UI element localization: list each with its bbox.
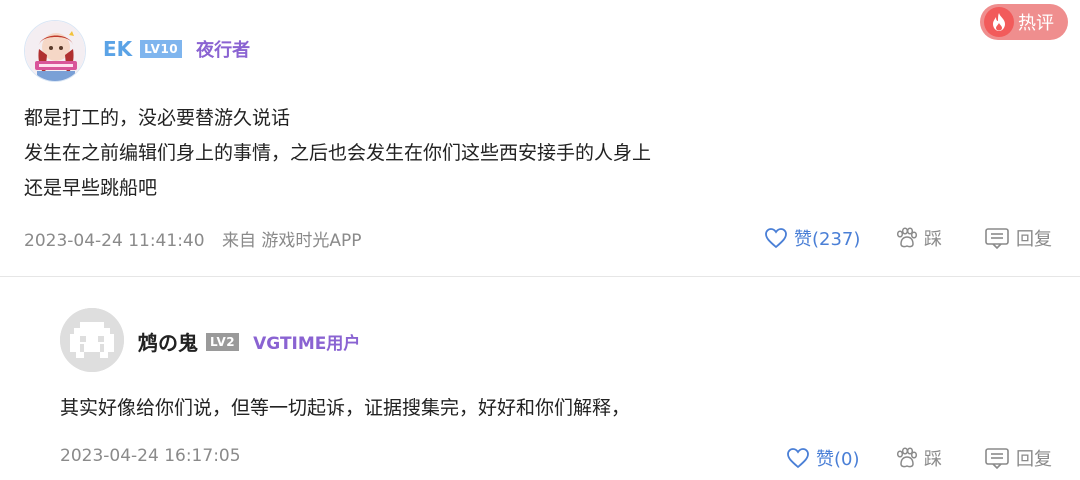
username[interactable]: EK (103, 37, 132, 61)
reply-dislike-button[interactable]: 踩 (894, 445, 942, 471)
user-tag: 夜行者 (196, 40, 251, 61)
reply-username[interactable]: 鸩の鬼 (138, 327, 198, 356)
comment-body: 都是打工的，没必要替游久说话 发生在之前编辑们身上的事情，之后也会发生在你们这些… (24, 101, 1024, 206)
avatar[interactable] (24, 20, 86, 82)
comment-author-row: EK LV10 夜行者 (103, 36, 250, 62)
level-badge: LV10 (140, 40, 183, 58)
comment-line: 还是早些跳船吧 (24, 177, 158, 199)
reply-line: 其实好像给你们说，但等一切起诉，证据搜集完，好好和你们解释， (60, 397, 631, 419)
comment-line: 发生在之前编辑们身上的事情，之后也会发生在你们这些西安接手的人身上 (24, 142, 652, 164)
reply-dislike-label: 踩 (924, 449, 942, 470)
reply-avatar[interactable] (60, 308, 124, 372)
reply-reply-label: 回复 (1016, 449, 1052, 470)
dislike-label: 踩 (924, 229, 942, 250)
reply-like-button[interactable]: 赞(0) (786, 445, 860, 471)
reply-user-tag: VGTIME用户 (253, 334, 361, 354)
divider (0, 276, 1080, 277)
heart-icon (765, 228, 787, 249)
reply-reply-button[interactable]: 回复 (984, 445, 1052, 471)
heart-icon (787, 448, 809, 469)
paw-icon (896, 447, 918, 468)
timestamp: 2023-04-24 11:41:40 (24, 231, 205, 251)
reply-icon (985, 228, 1009, 249)
dislike-button[interactable]: 踩 (894, 225, 942, 251)
reply-author-row: 鸩の鬼 LV2 VGTIME用户 (138, 327, 360, 356)
paw-icon (896, 227, 918, 248)
hot-badge-label: 热评 (1018, 13, 1054, 34)
flame-icon (984, 7, 1014, 37)
reply-label: 回复 (1016, 229, 1052, 250)
reply-button[interactable]: 回复 (984, 225, 1052, 251)
reply-level-badge: LV2 (206, 332, 240, 351)
reply-timestamp: 2023-04-24 16:17:05 (60, 446, 241, 466)
comment-meta: 2023-04-24 11:41:40 来自 游戏时光APP (24, 226, 362, 251)
like-count: 赞(237) (794, 229, 861, 250)
comment-line: 都是打工的，没必要替游久说话 (24, 107, 291, 129)
like-button[interactable]: 赞(237) (764, 225, 860, 251)
reply-body: 其实好像给你们说，但等一切起诉，证据搜集完，好好和你们解释， (60, 391, 1040, 426)
source: 来自 游戏时光APP (221, 231, 362, 251)
hot-comment-badge: 热评 (980, 4, 1068, 40)
reply-icon (985, 448, 1009, 469)
reply-like-count: 赞(0) (816, 449, 860, 470)
reply-meta: 2023-04-24 16:17:05 (60, 446, 241, 466)
